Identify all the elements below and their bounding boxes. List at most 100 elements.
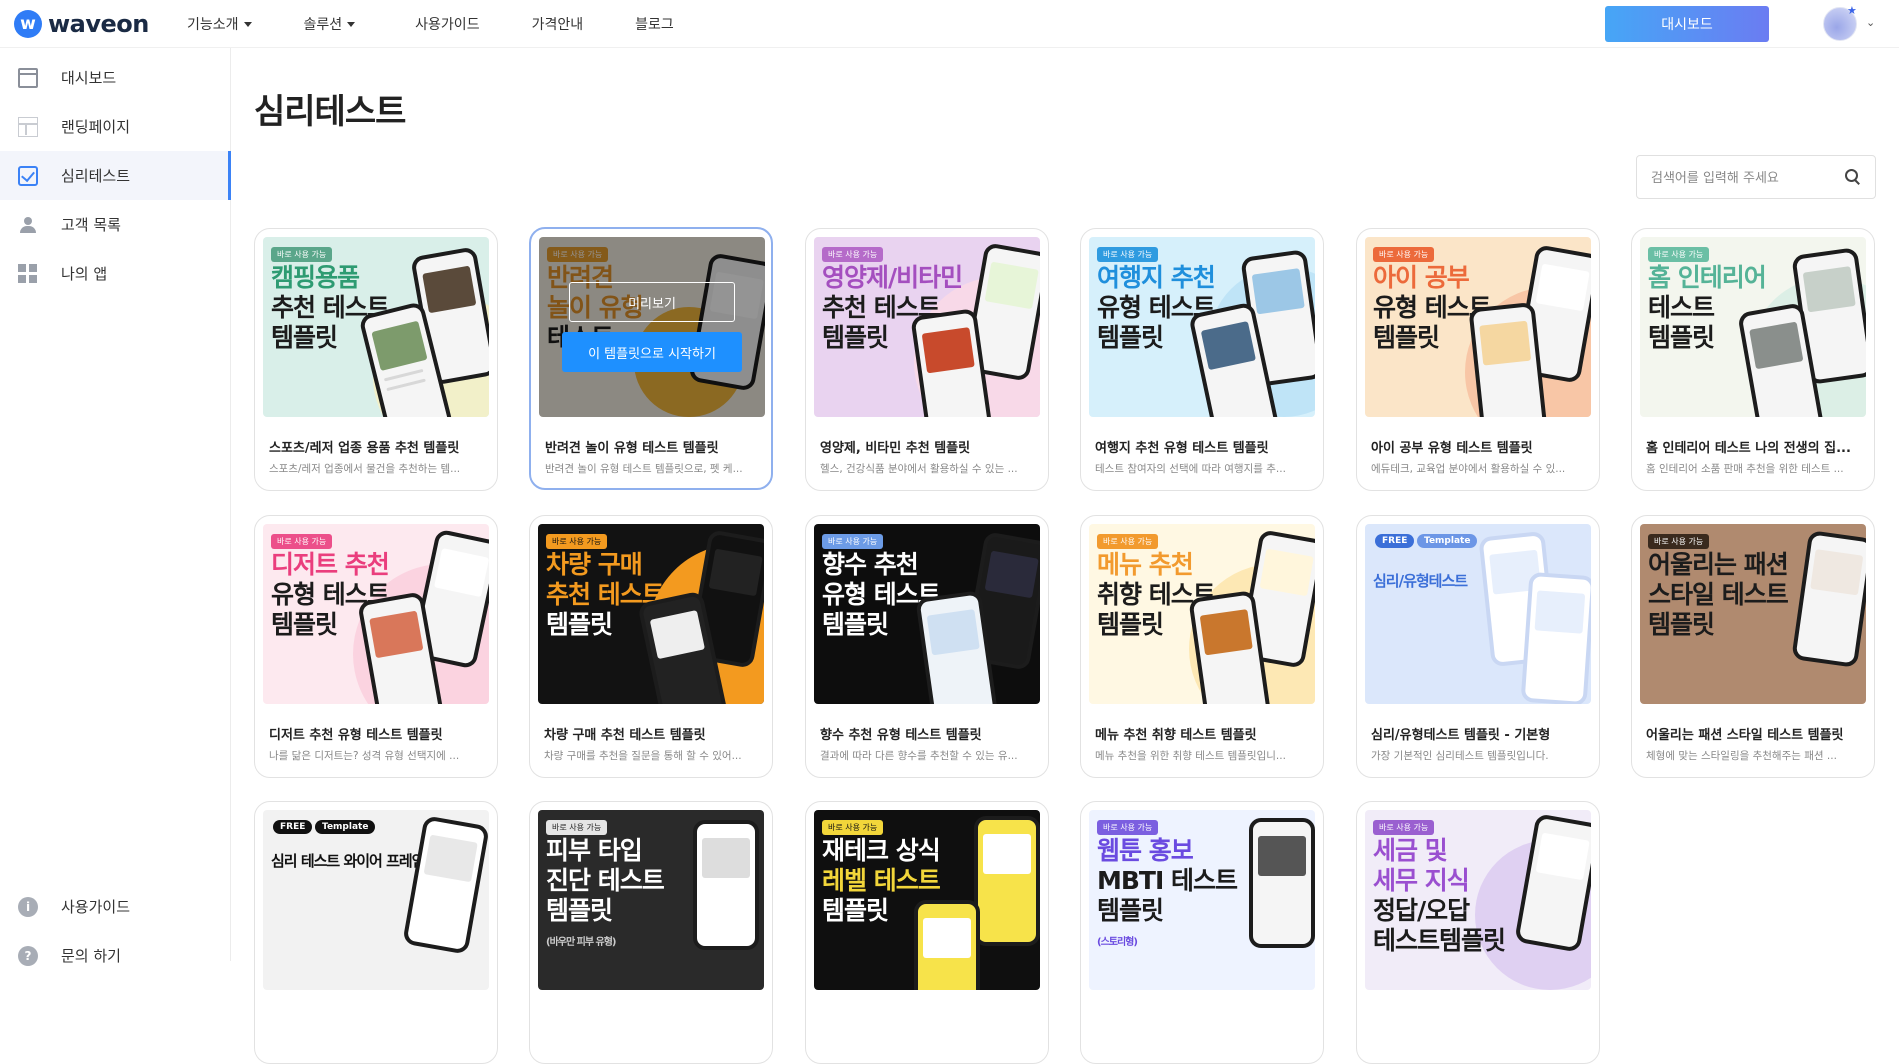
- search-icon[interactable]: [1845, 169, 1859, 183]
- template-card-menu[interactable]: 바로 사용 가능 메뉴 추천 취향 테스트 템플릿 메뉴 추천 취향 테스트 템…: [1080, 515, 1324, 778]
- sidebar-item-landing[interactable]: 랜딩페이지: [0, 102, 231, 151]
- card-description: 테스트 참여자의 선택에 따라 여행지를 추...: [1095, 463, 1286, 475]
- card-description: 차량 구매를 추천을 질문을 통해 할 수 있어...: [544, 750, 742, 762]
- sidebar-item-label: 심리테스트: [61, 167, 131, 185]
- thumb-line: 템플릿: [1097, 896, 1164, 925]
- thumb-line: 템플릿: [822, 610, 889, 639]
- card-title: 영양제, 비타민 추천 템플릿: [820, 441, 971, 456]
- card-title: 메뉴 추천 취향 테스트 템플릿: [1095, 728, 1257, 743]
- main-nav: 기능소개 솔루션 사용가이드 가격안내 블로그: [187, 14, 726, 34]
- template-card-fashion[interactable]: 바로 사용 가능 어울리는 패션 스타일 테스트 템플릿 어울리는 패션 스타일…: [1631, 515, 1875, 778]
- card-thumbnail: 바로 사용 가능 영양제/비타민 추천 테스트 템플릿: [814, 237, 1040, 417]
- thumb-line: 정답/오답: [1373, 896, 1470, 925]
- thumb-line: 템플릿: [822, 323, 889, 352]
- nav-solutions[interactable]: 솔루션: [304, 14, 356, 34]
- nav-features[interactable]: 기능소개: [187, 14, 252, 34]
- template-card-travel[interactable]: 바로 사용 가능 여행지 추천 유형 테스트 템플릿 여행지 추천 유형 테스트…: [1080, 228, 1324, 491]
- sidebar-item-dashboard[interactable]: 대시보드: [0, 53, 231, 102]
- template-card-skin[interactable]: 바로 사용 가능 피부 타입 진단 테스트 템플릿 (바우만 피부 유형): [529, 801, 773, 1064]
- phone-mockup: [914, 900, 980, 990]
- thumb-subtitle: (바우만 피부 유형): [546, 937, 617, 948]
- dashboard-button[interactable]: 대시보드: [1605, 6, 1769, 42]
- grid-icon: [18, 264, 38, 284]
- info-icon: i: [18, 897, 38, 917]
- card-title: 반려견 놀이 유형 테스트 템플릿: [545, 441, 719, 456]
- card-thumbnail: 바로 사용 가능 피부 타입 진단 테스트 템플릿 (바우만 피부 유형): [538, 810, 764, 990]
- thumb-line: 디저트 추천: [271, 550, 390, 579]
- ready-badge: 바로 사용 가능: [1097, 534, 1159, 549]
- ready-badge: 바로 사용 가능: [1373, 247, 1435, 262]
- sidebar-item-label: 대시보드: [61, 69, 117, 87]
- template-card-kids-study[interactable]: 바로 사용 가능 아이 공부 유형 테스트 템플릿 아이 공부 유형 테스트 템…: [1356, 228, 1600, 491]
- ready-badge: 바로 사용 가능: [822, 820, 884, 835]
- template-card-perfume[interactable]: 바로 사용 가능 향수 추천 유형 테스트 템플릿 향수 추천 유형 테스트 템…: [805, 515, 1049, 778]
- template-card-home-interior[interactable]: 바로 사용 가능 홈 인테리어 테스트 템플릿 홈 인테리어 테스트 나의 전생…: [1631, 228, 1875, 491]
- thumb-line: 테스트템플릿: [1373, 926, 1506, 955]
- thumb-line: 진단 테스트: [546, 866, 665, 895]
- thumb-line: 향수 추천: [822, 550, 919, 579]
- card-thumbnail: 바로 사용 가능 차량 구매 추천 테스트 템플릿: [538, 524, 764, 704]
- thumb-line: 홈 인테리어: [1648, 263, 1767, 292]
- nav-guide-label: 사용가이드: [415, 17, 480, 33]
- thumb-line: 메뉴 추천: [1097, 550, 1194, 579]
- nav-blog[interactable]: 블로그: [635, 14, 674, 34]
- thumb-subtitle: (스토리형): [1097, 937, 1138, 948]
- star-icon: ★: [1847, 4, 1857, 17]
- template-card-car[interactable]: 바로 사용 가능 차량 구매 추천 테스트 템플릿 차량 구매 추천 테스트 템…: [529, 515, 773, 778]
- sidebar-item-contact[interactable]: ? 문의 하기: [0, 931, 231, 980]
- card-description: 에듀테크, 교육업 분야에서 활용하실 수 있...: [1371, 463, 1566, 475]
- template-card-tax[interactable]: 바로 사용 가능 세금 및 세무 지식 정답/오답 테스트템플릿: [1356, 801, 1600, 1064]
- start-with-template-button[interactable]: 이 템플릿으로 시작하기: [562, 332, 742, 372]
- nav-guide[interactable]: 사용가이드: [415, 14, 479, 34]
- ready-badge: 바로 사용 가능: [1097, 820, 1159, 835]
- card-title: 향수 추천 유형 테스트 템플릿: [820, 728, 982, 743]
- caret-down-icon: [243, 21, 252, 27]
- card-thumbnail: 바로 사용 가능 반려견 놀이 유형 테스트 미리보기 이 템플릿으로 시작하기: [539, 237, 765, 417]
- preview-button[interactable]: 미리보기: [569, 282, 735, 322]
- caret-down-icon: [347, 21, 356, 27]
- card-thumbnail: 바로 사용 가능 세금 및 세무 지식 정답/오답 테스트템플릿: [1365, 810, 1591, 990]
- thumb-line: 레벨 테스트: [822, 866, 941, 895]
- sidebar-item-psych-test[interactable]: 심리테스트: [0, 151, 231, 200]
- waveon-logo[interactable]: w waveon: [14, 10, 149, 38]
- ready-badge: 바로 사용 가능: [271, 247, 333, 262]
- card-thumbnail: FREE Template 심리 테스트 와이어 프레임: [263, 810, 489, 990]
- template-card-finance[interactable]: 바로 사용 가능 재테크 상식 레벨 테스트 템플릿: [805, 801, 1049, 1064]
- thumb-line: 템플릿: [546, 896, 613, 925]
- phone-mockup: [974, 816, 1040, 946]
- card-thumbnail: 바로 사용 가능 메뉴 추천 취향 테스트 템플릿: [1089, 524, 1315, 704]
- card-description: 메뉴 추천을 위한 취향 테스트 템플릿입니...: [1095, 750, 1286, 762]
- thumb-line: 템플릿: [822, 896, 889, 925]
- thumb-line: 캠핑용품: [271, 263, 360, 292]
- template-card-webtoon[interactable]: 바로 사용 가능 웹툰 홍보 MBTI 테스트 템플릿 (스토리형): [1080, 801, 1324, 1064]
- search-box: [1636, 155, 1876, 199]
- sidebar: 대시보드 랜딩페이지 심리테스트 고객 목록 나의 앱 i 사용가이드 ? 문의…: [0, 48, 231, 966]
- card-thumbnail: 바로 사용 가능 어울리는 패션 스타일 테스트 템플릿: [1640, 524, 1866, 704]
- template-card-camping[interactable]: 바로 사용 가능 캠핑용품 추천 테스트 템플릿 스포츠/레저 업종 용품 추천…: [254, 228, 498, 491]
- template-card-dog[interactable]: 바로 사용 가능 반려견 놀이 유형 테스트 미리보기 이 템플릿으로 시작하기…: [529, 227, 773, 490]
- template-card-wireframe[interactable]: FREE Template 심리 테스트 와이어 프레임: [254, 801, 498, 1064]
- ready-badge: 바로 사용 가능: [822, 534, 884, 549]
- top-header: w waveon 기능소개 솔루션 사용가이드 가격안내 블로그 대시보드 ★ …: [0, 0, 1899, 48]
- search-input[interactable]: [1651, 167, 1841, 189]
- phone-mockup: [402, 815, 489, 955]
- ready-badge: 바로 사용 가능: [1097, 247, 1159, 262]
- template-card-vitamin[interactable]: 바로 사용 가능 영양제/비타민 추천 테스트 템플릿 영양제, 비타민 추천 …: [805, 228, 1049, 491]
- ready-badge: 바로 사용 가능: [822, 247, 884, 262]
- card-thumbnail: 바로 사용 가능 재테크 상식 레벨 테스트 템플릿: [814, 810, 1040, 990]
- card-description: 나를 닮은 디저트는? 성격 유형 선택지에 ...: [269, 750, 460, 762]
- window-icon: [18, 68, 38, 88]
- nav-pricing[interactable]: 가격안내: [532, 14, 584, 34]
- nav-features-label: 기능소개: [187, 17, 239, 33]
- card-title: 여행지 추천 유형 테스트 템플릿: [1095, 441, 1269, 456]
- phone-mockup: [1249, 818, 1315, 948]
- sidebar-item-guide[interactable]: i 사용가이드: [0, 882, 231, 931]
- template-card-basic[interactable]: FREE Template 심리/유형테스트 심리/유형테스트 템플릿 - 기본…: [1356, 515, 1600, 778]
- template-card-dessert[interactable]: 바로 사용 가능 디저트 추천 유형 테스트 템플릿 디저트 추천 유형 테스트…: [254, 515, 498, 778]
- layout-icon: [18, 117, 38, 137]
- sidebar-item-customers[interactable]: 고객 목록: [0, 200, 231, 249]
- sidebar-item-my-apps[interactable]: 나의 앱: [0, 249, 231, 298]
- sidebar-item-label: 사용가이드: [61, 898, 131, 916]
- thumb-line: 여행지 추천: [1097, 263, 1216, 292]
- chevron-down-icon[interactable]: ⌄: [1866, 16, 1875, 29]
